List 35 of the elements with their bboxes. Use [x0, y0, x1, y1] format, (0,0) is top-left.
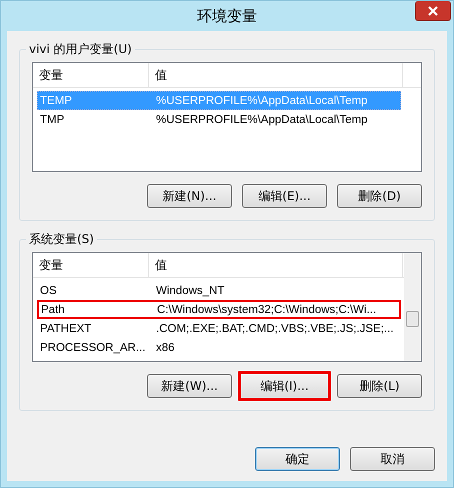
column-header[interactable]: 值 [149, 253, 403, 278]
column-header[interactable]: 变量 [33, 63, 149, 88]
action-button[interactable]: 新建(N)... [147, 184, 232, 208]
group-label: 系统变量(S) [26, 231, 97, 248]
list-row[interactable]: PROCESSOR_AR... x86 [37, 338, 401, 357]
dialog-button[interactable]: 取消 [350, 447, 435, 471]
variable-value: Windows_NT [155, 284, 226, 296]
action-button[interactable]: 删除(L) [337, 374, 422, 398]
scrollbar[interactable] [404, 253, 421, 361]
column-header[interactable]: 变量 [33, 253, 149, 278]
variable-value: .COM;.EXE;.BAT;.CMD;.VBS;.VBE;.JS;.JSE;... [155, 322, 395, 334]
close-button[interactable] [415, 1, 451, 21]
list-row[interactable]: TMP %USERPROFILE%\AppData\Local\Temp [37, 110, 401, 129]
variable-name: TMP [39, 114, 66, 126]
list-row[interactable]: Path C:\Windows\system32;C:\Windows;C:\Wi... [37, 300, 401, 319]
window-title: 环境变量 [197, 6, 257, 26]
variable-name: PATHEXT [39, 322, 92, 334]
variable-name: PROCESSOR_AR... [39, 342, 146, 354]
variable-value: %USERPROFILE%\AppData\Local\Temp [155, 94, 369, 106]
column-header[interactable]: 值 [149, 63, 403, 88]
variable-name: OS [39, 284, 58, 296]
variable-name: TEMP [39, 94, 73, 106]
action-button[interactable]: 编辑(I)... [238, 371, 331, 401]
close-icon [428, 6, 438, 16]
variable-name: Path [40, 304, 66, 316]
list-row[interactable]: OS Windows_NT [37, 281, 401, 300]
group-label: vivi 的用户变量(U) [26, 41, 135, 58]
list-row[interactable]: PATHEXT .COM;.EXE;.BAT;.CMD;.VBS;.VBE;.JS;.JSE;... [37, 319, 401, 338]
action-button[interactable]: 新建(W)... [147, 374, 232, 398]
action-button[interactable]: 编辑(E)... [242, 184, 327, 208]
variable-value: x86 [155, 342, 176, 354]
dialog-button[interactable]: 确定 [255, 447, 340, 471]
action-button[interactable]: 删除(D) [337, 184, 422, 208]
variable-value: C:\Windows\system32;C:\Windows;C:\Wi... [156, 304, 378, 316]
variable-value: %USERPROFILE%\AppData\Local\Temp [155, 114, 369, 126]
